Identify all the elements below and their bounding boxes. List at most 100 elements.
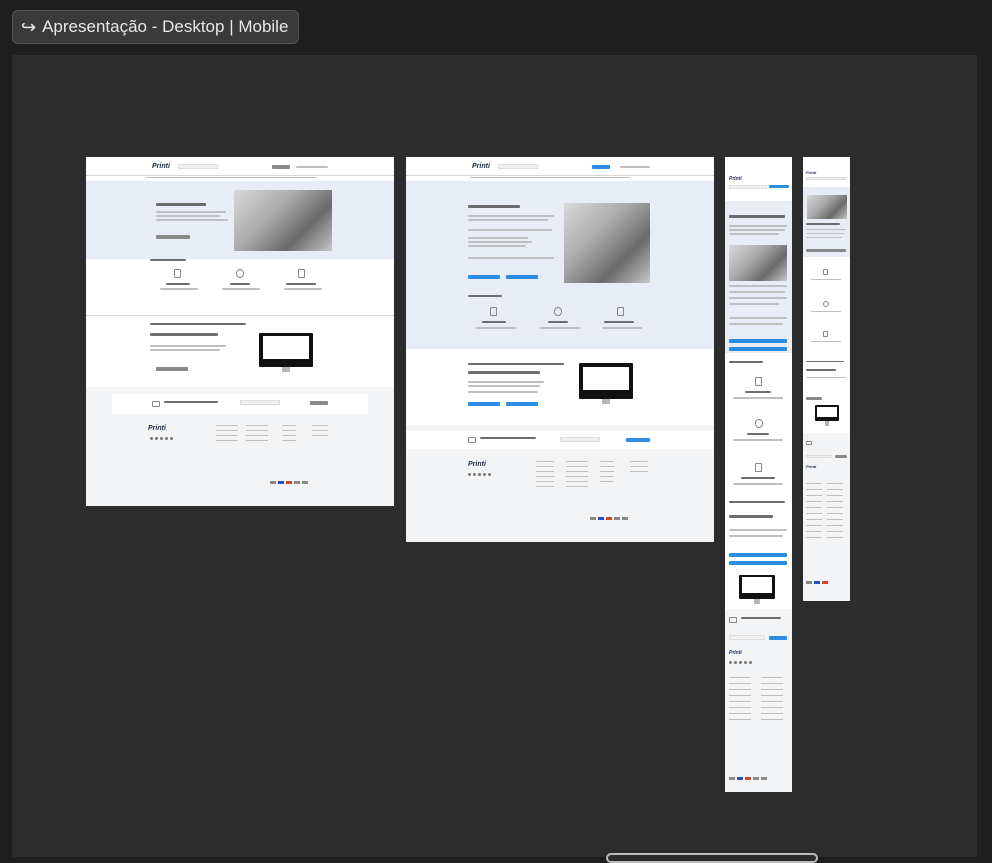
hero-cta-primary[interactable]: [468, 275, 500, 279]
header-divider: [406, 175, 714, 176]
hero-list: [468, 245, 526, 247]
hero-cta-button[interactable]: [156, 235, 190, 239]
newsletter-email-input[interactable]: [560, 437, 600, 442]
printi-logo: Printi: [152, 163, 170, 170]
hero-list: [729, 303, 779, 305]
hero-cta-button[interactable]: [806, 249, 846, 252]
benefit-text: [222, 288, 260, 290]
hero-text: [729, 291, 785, 293]
hero-text: [729, 317, 787, 319]
tool-cta-primary[interactable]: [468, 402, 500, 406]
security-icon: [755, 419, 763, 428]
newsletter-title: [164, 401, 218, 403]
hero-text: [806, 237, 842, 238]
search-input[interactable]: [178, 164, 218, 169]
hero-text: [156, 219, 228, 221]
tool-text: [468, 391, 538, 393]
hero-title: [468, 205, 520, 208]
hero-text: [806, 233, 844, 234]
newsletter-title: [480, 437, 536, 439]
frame-mobile-exclusivo[interactable]: Printi Printi: [803, 157, 850, 601]
search-input[interactable]: [806, 177, 846, 180]
monitor-image: [739, 575, 775, 604]
header-button[interactable]: [592, 165, 610, 169]
presentation-title-chip[interactable]: ↪ Apresentação - Desktop | Mobile: [12, 10, 300, 44]
newsletter-submit-button[interactable]: [835, 455, 847, 458]
tool-cta-secondary[interactable]: [506, 402, 538, 406]
search-input[interactable]: [729, 185, 767, 189]
footer-links-col1: [216, 425, 238, 445]
newsletter-submit-button[interactable]: [769, 636, 787, 640]
benefit-text: [733, 397, 783, 399]
header-button[interactable]: [769, 185, 789, 188]
invoice-icon: [755, 463, 762, 472]
hero-cta-primary[interactable]: [729, 339, 787, 343]
footer-links-col3: [600, 461, 614, 483]
hero-cta-secondary[interactable]: [506, 275, 538, 279]
payment-icons: [806, 581, 828, 584]
newsletter-submit-button[interactable]: [626, 438, 650, 442]
benefit-text: [811, 311, 841, 312]
benefit-text: [733, 483, 783, 485]
tool-eyebrow: [150, 323, 246, 325]
tool-text: [150, 345, 226, 347]
frame-mobile-4business[interactable]: Printi Printi: [725, 157, 792, 792]
tool-cta-primary[interactable]: [729, 553, 787, 557]
benefit-security: [230, 283, 250, 285]
footer-links-col2: [246, 425, 268, 445]
hero-text: [156, 215, 220, 217]
horizontal-scrollbar[interactable]: [606, 853, 818, 863]
search-input[interactable]: [498, 164, 538, 169]
printi-logo: Printi: [729, 176, 742, 182]
header-links: [620, 166, 650, 168]
mail-icon: [152, 401, 160, 407]
hero-text: [729, 285, 787, 287]
tool-eyebrow: [729, 501, 785, 503]
tool-text: [468, 385, 540, 387]
benefit-invoice: [286, 283, 316, 285]
personalization-icon: [755, 377, 762, 386]
newsletter-email-input[interactable]: [729, 635, 765, 640]
security-icon: [236, 269, 244, 278]
footer-printi-logo: Printi: [468, 461, 486, 468]
monitor-image: [259, 333, 313, 372]
hero-text: [468, 229, 552, 231]
footer-printi-logo: Printi: [806, 464, 817, 469]
newsletter-submit-button[interactable]: [310, 401, 328, 405]
footer-printi-logo: Printi: [729, 650, 742, 656]
hero-text: [729, 323, 783, 325]
hero-photo: [807, 195, 847, 219]
benefit-invoice: [741, 477, 775, 479]
social-icons[interactable]: [729, 661, 752, 664]
benefit-personalization: [745, 391, 771, 393]
monitor-image: [815, 405, 839, 426]
tool-heading: [729, 515, 773, 518]
hero-cta-secondary[interactable]: [729, 347, 787, 351]
hero-text: [806, 229, 846, 230]
printi-logo: Printi: [472, 163, 490, 170]
hero-list: [468, 237, 528, 239]
tool-cta-secondary[interactable]: [729, 561, 787, 565]
nav-menu: [146, 177, 316, 178]
footer-links-col4: [312, 425, 328, 437]
mail-icon: [806, 441, 812, 445]
security-icon: [554, 307, 562, 316]
social-icons[interactable]: [150, 437, 173, 440]
hero-text: [729, 233, 779, 235]
invoice-icon: [823, 331, 828, 337]
hero-photo: [729, 245, 787, 281]
newsletter-email-input[interactable]: [240, 400, 280, 405]
tool-cta-button[interactable]: [806, 397, 822, 400]
tool-cta-button[interactable]: [156, 367, 188, 371]
header-button[interactable]: [272, 165, 290, 169]
frame-desktop-4business[interactable]: Printi Printi: [406, 157, 714, 542]
invoice-icon: [617, 307, 624, 316]
social-icons[interactable]: [468, 473, 491, 476]
frame-desktop-exclusivo[interactable]: Printi Printi: [86, 157, 394, 506]
footer-printi-logo: Printi: [148, 425, 166, 432]
hero-title: [806, 223, 840, 225]
newsletter-email-input[interactable]: [806, 455, 832, 458]
footer-links-col1: [536, 461, 554, 487]
benefit-text: [602, 327, 642, 329]
footer-links-col2: [761, 677, 783, 725]
